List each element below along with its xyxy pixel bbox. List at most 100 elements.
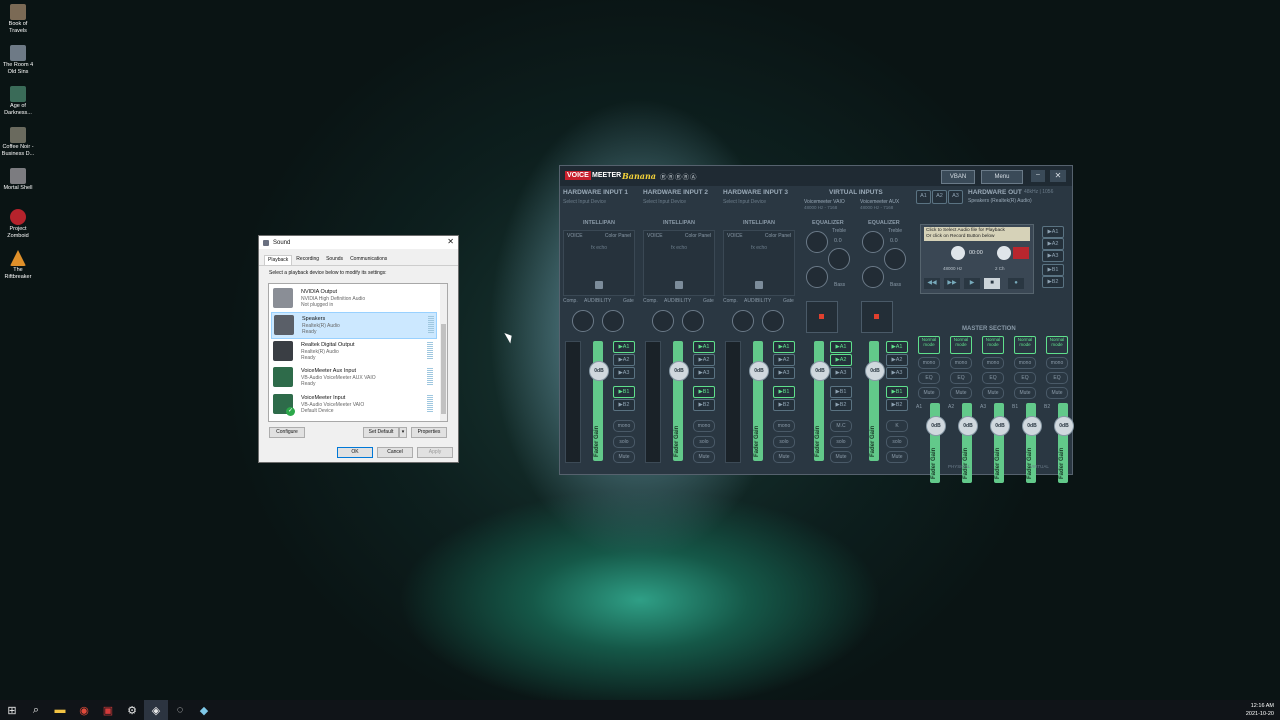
player-b2-button[interactable]: ▶B2 xyxy=(1042,276,1064,288)
active-app-icon[interactable]: ◈ xyxy=(144,700,168,720)
bus-a3-button[interactable]: ▶A3 xyxy=(830,367,852,379)
player-a1-button[interactable]: ▶A1 xyxy=(1042,226,1064,238)
mono-button[interactable]: mono xyxy=(1046,357,1068,369)
surround-panel[interactable] xyxy=(861,301,893,333)
mute-button[interactable]: Mute xyxy=(613,451,635,463)
scrollbar-thumb[interactable] xyxy=(441,324,446,414)
surround-panel[interactable] xyxy=(806,301,838,333)
voicemeeter-titlebar[interactable]: VOICE MEETER Banana ⓇⓇⓇⓇⒶ VBAN Menu – ✕ xyxy=(560,166,1072,186)
settings-icon[interactable]: ⚙ xyxy=(120,700,144,720)
mute-button[interactable]: Mute xyxy=(950,387,972,399)
surround-cursor[interactable] xyxy=(819,314,824,319)
file-explorer-icon[interactable]: ▬ xyxy=(48,700,72,720)
fader-knob[interactable]: 0dB xyxy=(749,361,769,381)
k-button[interactable]: K xyxy=(886,420,908,432)
eq-button[interactable]: EQ xyxy=(1046,372,1068,384)
bus-b1-button[interactable]: ▶B1 xyxy=(830,386,852,398)
record-icon[interactable]: ● xyxy=(1008,278,1024,289)
tab-communications[interactable]: Communications xyxy=(347,255,390,265)
desktop-shortcut-riftbreaker[interactable]: The Riftbreaker xyxy=(0,246,36,280)
bus-a1-button[interactable]: ▶A1 xyxy=(613,341,635,353)
fader-knob[interactable]: 0dB xyxy=(669,361,689,381)
surround-cursor[interactable] xyxy=(874,314,879,319)
intellipan-panel[interactable]: VOICE Color Panel fx echo xyxy=(723,230,795,296)
eq-knob[interactable] xyxy=(828,248,850,270)
solo-button[interactable]: solo xyxy=(830,436,852,448)
stop-icon[interactable]: ■ xyxy=(984,278,1000,289)
solo-button[interactable]: solo xyxy=(613,436,635,448)
mute-button[interactable]: Mute xyxy=(773,451,795,463)
bus-a3-button[interactable]: ▶A3 xyxy=(886,367,908,379)
bus-b2-button[interactable]: ▶B2 xyxy=(886,399,908,411)
bus-a2-button[interactable]: ▶A2 xyxy=(693,354,715,366)
bus-a1-button[interactable]: ▶A1 xyxy=(830,341,852,353)
bus-a3-button[interactable]: ▶A3 xyxy=(613,367,635,379)
desktop-shortcut-age-of-darkness[interactable]: Age of Darkness... xyxy=(0,82,36,116)
other-app-icon[interactable]: ◆ xyxy=(192,700,216,720)
eq-button[interactable]: EQ xyxy=(1014,372,1036,384)
normal-mode-button[interactable]: Normal mode xyxy=(918,336,940,354)
bus-a3-button[interactable]: ▶A3 xyxy=(773,367,795,379)
select-input-device[interactable]: Select Input Device xyxy=(643,199,686,205)
normal-mode-button[interactable]: Normal mode xyxy=(950,336,972,354)
system-clock[interactable]: 12:16 AM 2021-10-20 xyxy=(1246,702,1274,718)
desktop-shortcut-project-zomboid[interactable]: Project Zomboid xyxy=(0,205,36,239)
bus-a2-button[interactable]: ▶A2 xyxy=(613,354,635,366)
eq-knob[interactable] xyxy=(806,266,828,288)
mono-button[interactable]: mono xyxy=(982,357,1004,369)
mono-button[interactable]: mono xyxy=(693,420,715,432)
eq-knob[interactable] xyxy=(862,231,884,253)
chrome-icon[interactable]: ◉ xyxy=(72,700,96,720)
bus-a2-button[interactable]: ▶A2 xyxy=(773,354,795,366)
fader-knob[interactable]: 0dB xyxy=(810,361,830,381)
tab-sounds[interactable]: Sounds xyxy=(323,255,346,265)
pan-cursor[interactable] xyxy=(755,281,763,289)
tab-recording[interactable]: Recording xyxy=(293,255,322,265)
eq-knob[interactable] xyxy=(884,248,906,270)
hw-out-a1-button[interactable]: A1 xyxy=(916,190,931,204)
bus-a1-button[interactable]: ▶A1 xyxy=(886,341,908,353)
bus-b2-button[interactable]: ▶B2 xyxy=(773,399,795,411)
bus-a2-button[interactable]: ▶A2 xyxy=(886,354,908,366)
select-input-device[interactable]: Select Input Device xyxy=(563,199,606,205)
bus-a1-button[interactable]: ▶A1 xyxy=(773,341,795,353)
fader-knob[interactable]: 0dB xyxy=(865,361,885,381)
intellipan-panel[interactable]: VOICE Color Panel fx echo xyxy=(563,230,635,296)
start-button[interactable]: ⊞ xyxy=(0,700,24,720)
mute-button[interactable]: Mute xyxy=(886,451,908,463)
hardware-out-device[interactable]: Speakers (Realtek(R) Audio) xyxy=(968,198,1032,204)
voicemeeter-taskbar-icon[interactable]: ▣ xyxy=(96,700,120,720)
sound-dialog-titlebar[interactable]: Sound ✕ xyxy=(259,236,458,249)
intellipan-panel[interactable]: VOICE Color Panel fx echo xyxy=(643,230,715,296)
hw-out-a2-button[interactable]: A2 xyxy=(932,190,947,204)
bus-b1-button[interactable]: ▶B1 xyxy=(886,386,908,398)
pan-cursor[interactable] xyxy=(595,281,603,289)
bus-b1-button[interactable]: ▶B1 xyxy=(693,386,715,398)
clock-app-icon[interactable]: ◌ xyxy=(168,700,192,720)
cancel-button[interactable]: Cancel xyxy=(377,447,413,458)
device-speakers[interactable]: Speakers Realtek(R) Audio Ready xyxy=(271,312,437,339)
play-icon[interactable]: ▶ xyxy=(964,278,980,289)
apply-button[interactable]: Apply xyxy=(417,447,453,458)
eq-button[interactable]: EQ xyxy=(982,372,1004,384)
comp-knob[interactable] xyxy=(732,310,754,332)
set-default-button[interactable]: Set Default xyxy=(363,427,399,438)
hw-out-a3-button[interactable]: A3 xyxy=(948,190,963,204)
comp-knob[interactable] xyxy=(572,310,594,332)
mono-button[interactable]: mono xyxy=(950,357,972,369)
gate-knob[interactable] xyxy=(602,310,624,332)
gate-knob[interactable] xyxy=(682,310,704,332)
menu-button[interactable]: Menu xyxy=(981,170,1023,184)
solo-button[interactable]: solo xyxy=(773,436,795,448)
solo-button[interactable]: solo xyxy=(886,436,908,448)
player-a3-button[interactable]: ▶A3 xyxy=(1042,250,1064,262)
desktop-shortcut-book-of-travels[interactable]: Book of Travels xyxy=(0,0,36,34)
eq-button[interactable]: EQ xyxy=(918,372,940,384)
bus-a2-button[interactable]: ▶A2 xyxy=(830,354,852,366)
bus-b1-button[interactable]: ▶B1 xyxy=(773,386,795,398)
mono-button[interactable]: mono xyxy=(918,357,940,369)
mute-button[interactable]: Mute xyxy=(918,387,940,399)
ok-button[interactable]: OK xyxy=(337,447,373,458)
normal-mode-button[interactable]: Normal mode xyxy=(1046,336,1068,354)
device-voicemeeter-input[interactable]: ✓ VoiceMeeter Input VB-Audio VoiceMeeter… xyxy=(271,392,435,417)
